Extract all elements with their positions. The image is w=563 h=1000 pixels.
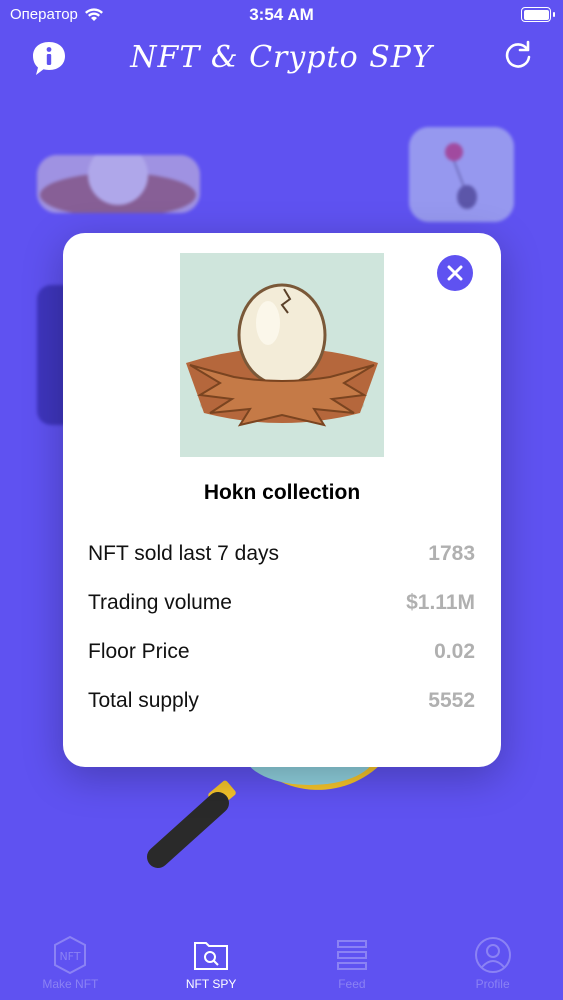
stat-row-nft-sold: NFT sold last 7 days 1783 <box>88 529 475 578</box>
tab-profile[interactable]: Profile <box>422 935 563 1000</box>
svg-text:NFT: NFT <box>60 950 81 963</box>
stat-label: Floor Price <box>88 639 190 663</box>
close-button[interactable] <box>437 255 473 291</box>
background-nft-tile[interactable] <box>409 127 514 222</box>
tab-make-nft[interactable]: NFT Make NFT <box>0 935 141 1000</box>
stat-label: NFT sold last 7 days <box>88 541 280 565</box>
background-nft-tile[interactable] <box>37 155 200 213</box>
folder-search-icon <box>194 942 229 970</box>
nft-image <box>180 253 384 457</box>
close-icon <box>447 265 463 281</box>
refresh-icon[interactable] <box>501 39 535 73</box>
tab-bar: NFT Make NFT NFT SPY Feed Profile <box>0 935 563 1000</box>
tab-label: Profile <box>475 977 510 991</box>
stat-value: 1783 <box>428 541 475 565</box>
header: NFT & Crypto SPY <box>0 34 563 84</box>
profile-icon <box>474 937 511 973</box>
tab-feed[interactable]: Feed <box>282 935 423 1000</box>
tab-label: Make NFT <box>42 977 99 991</box>
app-title: NFT & Crypto SPY <box>130 40 433 75</box>
clock: 3:54 AM <box>249 5 314 24</box>
feed-icon <box>336 940 367 970</box>
status-bar: Оператор 3:54 AM <box>0 0 563 30</box>
tab-label: Feed <box>338 977 366 991</box>
tab-nft-spy[interactable]: NFT SPY <box>141 935 282 1000</box>
stat-value: 5552 <box>428 688 475 712</box>
stats-list: NFT sold last 7 days 1783 Trading volume… <box>88 529 475 725</box>
nft-badge-icon: NFT <box>54 935 87 975</box>
collection-details-card: Hokn collection NFT sold last 7 days 178… <box>63 233 501 767</box>
collection-name: Hokn collection <box>203 481 361 504</box>
stat-row-total-supply: Total supply 5552 <box>88 676 475 725</box>
stat-row-floor-price: Floor Price 0.02 <box>88 627 475 676</box>
tab-label: NFT SPY <box>185 977 237 991</box>
stat-value: 0.02 <box>434 639 475 663</box>
stat-value: $1.11M <box>406 590 475 614</box>
stat-label: Total supply <box>88 688 199 712</box>
battery-icon <box>521 7 555 22</box>
stat-label: Trading volume <box>88 590 232 614</box>
stat-row-trading-volume: Trading volume $1.11M <box>88 578 475 627</box>
